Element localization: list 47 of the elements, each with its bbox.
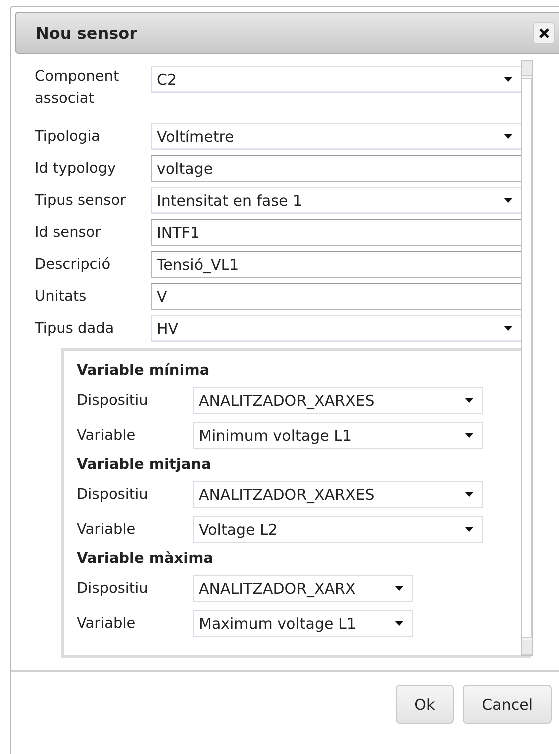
field-label: Component associat	[35, 68, 120, 109]
field-label: Tipus dada	[35, 320, 116, 338]
input-field[interactable]: voltage	[151, 155, 521, 182]
dropdown-caret-icon	[465, 527, 474, 532]
field-label: Id typology	[35, 160, 118, 178]
select-field[interactable]: ANALITZADOR_XARX	[193, 575, 413, 602]
select-field[interactable]: HV	[151, 315, 521, 342]
dropdown-caret-icon	[465, 492, 474, 497]
input-field[interactable]: INTF1	[151, 219, 521, 246]
field-label: Dispositiu	[77, 392, 150, 410]
input-field[interactable]: Tensió_VL1	[151, 251, 521, 278]
ok-button[interactable]: Ok	[396, 685, 454, 724]
field-label: Id sensor	[35, 224, 102, 242]
select-field[interactable]: C2	[151, 66, 521, 93]
field-label: Tipologia	[35, 128, 102, 146]
dropdown-caret-icon	[504, 198, 513, 203]
scrollbar[interactable]	[521, 60, 533, 656]
close-icon	[538, 28, 550, 38]
input-field[interactable]: V	[151, 283, 521, 310]
field-label: Variable	[77, 426, 137, 446]
field-label: Tipus sensor	[35, 192, 128, 210]
field-label: Dispositiu	[77, 486, 150, 504]
dropdown-caret-icon	[504, 326, 513, 331]
close-button[interactable]	[533, 22, 555, 44]
field-label: Dispositiu	[77, 580, 150, 598]
cancel-button[interactable]: Cancel	[463, 685, 552, 724]
field-label: Unitats	[35, 288, 88, 306]
field-label: Variable	[77, 614, 137, 634]
group-heading: Variable mínima	[77, 363, 211, 379]
group-heading: Variable mitjana	[77, 457, 212, 473]
dropdown-caret-icon	[395, 621, 404, 626]
dropdown-caret-icon	[504, 77, 513, 82]
field-label: Variable	[77, 520, 137, 540]
select-field[interactable]: Voltage L2	[193, 516, 483, 543]
select-field[interactable]: ANALITZADOR_XARXES	[193, 387, 483, 414]
field-label: Descripció	[35, 256, 112, 274]
dropdown-caret-icon	[465, 398, 474, 403]
select-field[interactable]: Voltímetre	[151, 123, 521, 150]
select-field[interactable]: ANALITZADOR_XARXES	[193, 481, 483, 508]
select-field[interactable]: Minimum voltage L1	[193, 422, 483, 449]
dialog-title: Nou sensor	[36, 24, 138, 42]
select-field[interactable]: Maximum voltage L1	[193, 610, 413, 637]
dropdown-caret-icon	[504, 134, 513, 139]
group-heading: Variable màxima	[77, 551, 214, 567]
dropdown-caret-icon	[395, 586, 404, 591]
dropdown-caret-icon	[465, 433, 474, 438]
select-field[interactable]: Intensitat en fase 1	[151, 187, 521, 214]
